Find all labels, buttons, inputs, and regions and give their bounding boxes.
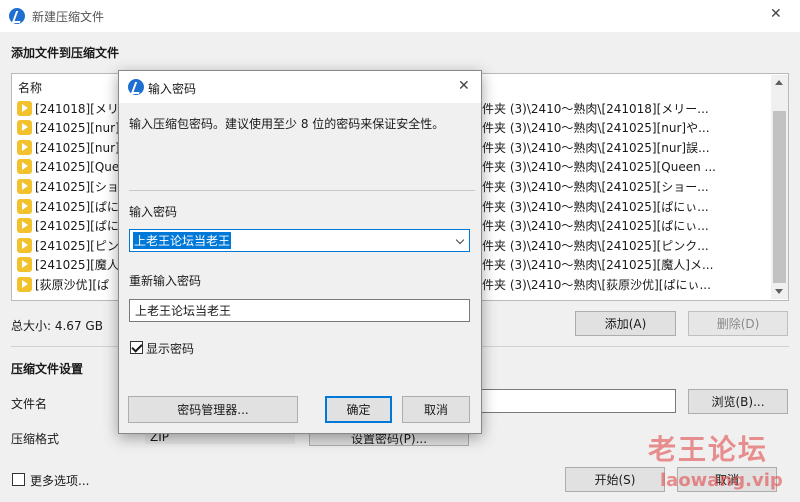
browse-button[interactable]: 浏览(B)... bbox=[688, 389, 788, 414]
list-item-path: 件夹 (3)\2410～熟肉\[241025][ぱにぃ... bbox=[482, 219, 709, 234]
video-file-icon bbox=[17, 120, 32, 136]
video-file-icon bbox=[17, 100, 32, 116]
app-logo-icon bbox=[9, 8, 25, 24]
dialog-title: 输入密码 bbox=[148, 82, 197, 96]
reenter-password-input[interactable]: 上老王论坛当老王 bbox=[129, 299, 470, 322]
section-add-title: 添加文件到压缩文件 bbox=[11, 46, 120, 60]
watermark-title: 老王论坛 bbox=[648, 433, 769, 466]
video-file-icon bbox=[17, 237, 32, 253]
reenter-password-label: 重新输入密码 bbox=[129, 274, 202, 288]
list-item-path: 件夹 (3)\2410～熟肉\[241025][ぱにぃ... bbox=[482, 199, 709, 214]
list-item[interactable]: [241025][ぱに bbox=[17, 216, 119, 236]
password-value: 上老王论坛当老王 bbox=[133, 232, 232, 249]
enter-password-label: 输入密码 bbox=[129, 205, 178, 219]
list-item[interactable]: [241025][ショ bbox=[17, 176, 119, 196]
list-item-path: 件夹 (3)\2410～熟肉\[241025][nur]や... bbox=[482, 121, 710, 136]
scroll-up-icon[interactable] bbox=[775, 80, 783, 85]
video-file-icon bbox=[17, 276, 32, 292]
dialog-cancel-button[interactable]: 取消 bbox=[402, 396, 470, 423]
more-options-checkbox[interactable] bbox=[12, 473, 25, 486]
list-item[interactable]: [241025][魔人] bbox=[17, 255, 124, 275]
list-item-name: [荻原沙优][ぱ bbox=[35, 277, 110, 292]
video-file-icon bbox=[17, 178, 32, 194]
list-item-name: [241025][ぱに bbox=[35, 219, 119, 234]
list-item-name: [241025][魔人] bbox=[35, 258, 124, 273]
list-item[interactable]: [241025][Quee bbox=[17, 157, 127, 177]
dialog-description: 输入压缩包密码。建议使用至少 8 位的密码来保证安全性。 bbox=[129, 117, 445, 131]
list-item[interactable]: [241025][ぱに bbox=[17, 196, 119, 216]
compression-settings-title: 压缩文件设置 bbox=[11, 362, 84, 376]
list-item-name: [241018][メリー bbox=[35, 101, 131, 116]
more-options-label[interactable]: 更多选项... bbox=[30, 472, 89, 489]
password-manager-button[interactable]: 密码管理器... bbox=[128, 396, 298, 423]
list-item-path: 件夹 (3)\2410～熟肉\[241025][nur]誤... bbox=[482, 140, 710, 155]
filename-input[interactable] bbox=[470, 389, 676, 413]
list-item-name: [241025][ショ bbox=[35, 179, 119, 194]
scroll-thumb[interactable] bbox=[773, 111, 786, 283]
show-password-label[interactable]: 显示密码 bbox=[146, 340, 194, 357]
list-item-path: 件夹 (3)\2410～熟肉\[241025][ピンク... bbox=[482, 238, 709, 253]
add-button[interactable]: 添加(A) bbox=[575, 311, 676, 336]
list-item-name: [241025][ピン bbox=[35, 238, 119, 253]
list-item-name: [241025][ぱに bbox=[35, 199, 119, 214]
window-title: 新建压缩文件 bbox=[32, 10, 105, 24]
dialog-close-icon[interactable]: ✕ bbox=[458, 78, 470, 94]
format-label: 压缩格式 bbox=[11, 432, 60, 446]
filename-label: 文件名 bbox=[11, 397, 48, 411]
dialog-separator bbox=[129, 190, 475, 191]
list-item-path: 件夹 (3)\2410～熟肉\[241018][メリー... bbox=[482, 101, 709, 116]
video-file-icon bbox=[17, 198, 32, 214]
password-dropdown-icon[interactable] bbox=[455, 235, 465, 245]
show-password-checkbox[interactable] bbox=[130, 341, 143, 354]
video-file-icon bbox=[17, 257, 32, 273]
title-bar bbox=[0, 0, 800, 32]
list-item[interactable]: [241025][ピン bbox=[17, 235, 119, 255]
list-item[interactable]: [荻原沙优][ぱ bbox=[17, 274, 109, 294]
dialog-ok-button[interactable]: 确定 bbox=[325, 396, 392, 423]
password-dialog: 输入密码 ✕ 输入压缩包密码。建议使用至少 8 位的密码来保证安全性。 输入密码… bbox=[118, 70, 482, 434]
vertical-scrollbar[interactable] bbox=[771, 75, 788, 299]
list-item[interactable]: [241018][メリー bbox=[17, 98, 131, 118]
list-item-path: 件夹 (3)\2410～熟肉\[241025][Queen ... bbox=[482, 160, 716, 175]
video-file-icon bbox=[17, 139, 32, 155]
total-size: 总大小: 4.67 GB bbox=[11, 319, 103, 333]
list-item-path: 件夹 (3)\2410～熟肉\[241025][ショー... bbox=[482, 179, 709, 194]
dialog-logo-icon bbox=[128, 79, 144, 95]
window-close-icon[interactable]: ✕ bbox=[770, 6, 782, 22]
scroll-down-icon[interactable] bbox=[775, 289, 783, 294]
watermark-url: laowang.vip bbox=[660, 470, 783, 491]
list-item[interactable]: [241025][nur]や bbox=[17, 118, 132, 138]
video-file-icon bbox=[17, 218, 32, 234]
file-list-header[interactable]: 名称 bbox=[18, 79, 42, 96]
list-item-path: 件夹 (3)\2410～熟肉\[荻原沙优][ぱにぃ... bbox=[482, 277, 711, 292]
list-item-name: [241025][Quee bbox=[35, 159, 127, 174]
start-button[interactable]: 开始(S) bbox=[565, 467, 665, 492]
reenter-password-value: 上老王论坛当老王 bbox=[135, 304, 232, 318]
password-input[interactable]: 上老王论坛当老王 bbox=[129, 229, 470, 252]
list-item-path: 件夹 (3)\2410～熟肉\[241025][魔人]メ... bbox=[482, 258, 714, 273]
delete-button[interactable]: 删除(D) bbox=[688, 311, 788, 336]
video-file-icon bbox=[17, 159, 32, 175]
list-item[interactable]: [241025][nur]誤 bbox=[17, 137, 132, 157]
